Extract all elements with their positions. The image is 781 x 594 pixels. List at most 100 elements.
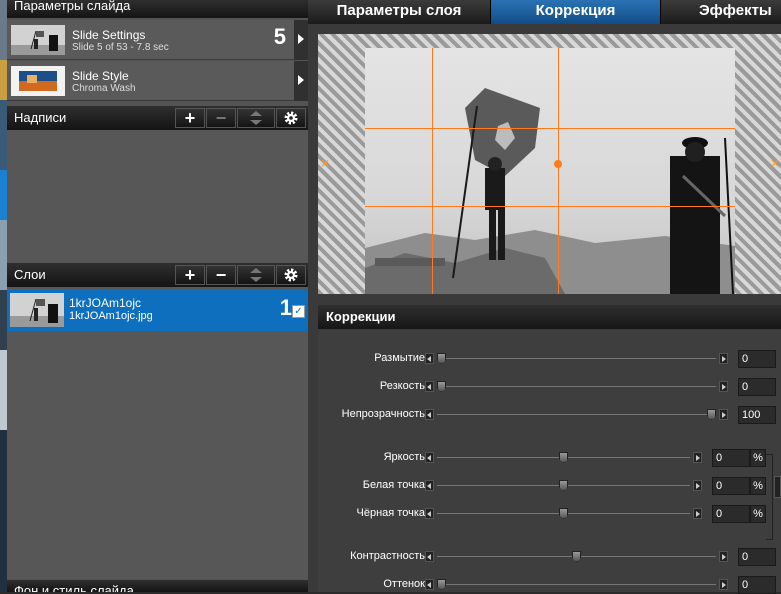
- remove-caption-button[interactable]: −: [206, 108, 236, 128]
- correction-row: Непрозрачность 100: [318, 406, 781, 424]
- tab-correction[interactable]: Коррекция: [491, 0, 661, 24]
- correction-row: Белая точка 0%: [318, 477, 781, 495]
- slider-handle[interactable]: [559, 452, 568, 463]
- desktop-edge: [0, 0, 7, 592]
- slide-style-item[interactable]: Slide Style Chroma Wash: [7, 61, 308, 101]
- slider-handle[interactable]: [437, 381, 446, 392]
- right-resize-handle[interactable]: ⨯: [770, 156, 780, 170]
- slider-track[interactable]: [437, 386, 716, 387]
- value-field[interactable]: 0: [712, 449, 750, 467]
- correction-label: Белая точка: [362, 479, 425, 491]
- layer-settings-button[interactable]: [276, 265, 306, 285]
- slide-style-thumbnail: [11, 66, 65, 96]
- minus-icon: −: [215, 265, 227, 285]
- slide-params-title: Параметры слайда: [14, 0, 131, 13]
- layers-header: Слои + −: [7, 263, 308, 287]
- decrease-button[interactable]: [425, 409, 434, 420]
- slider-handle[interactable]: [437, 579, 446, 590]
- tab-layer-params[interactable]: Параметры слоя: [308, 0, 491, 24]
- decrease-button[interactable]: [425, 480, 434, 491]
- correction-label: Непрозрачность: [341, 408, 425, 420]
- decrease-button[interactable]: [425, 452, 434, 463]
- value-field[interactable]: 0: [712, 505, 750, 523]
- increase-button[interactable]: [719, 353, 728, 364]
- slide-params-header: Параметры слайда: [7, 0, 308, 18]
- correction-label: Яркость: [383, 451, 425, 463]
- percent-unit: %: [750, 505, 766, 523]
- left-panel: Параметры слайда Slide Settings Slide 5 …: [7, 0, 308, 592]
- layers-title: Слои: [14, 267, 46, 282]
- plus-icon: +: [184, 108, 196, 128]
- layer-file: 1krJOAm1ojc.jpg: [69, 310, 153, 322]
- correction-label: Размытие: [374, 352, 425, 364]
- reorder-layer-button[interactable]: [237, 265, 275, 285]
- correction-label: Чёрная точка: [356, 507, 425, 519]
- increase-button[interactable]: [719, 579, 728, 590]
- correction-row: Оттенок 0: [318, 576, 781, 594]
- increase-button[interactable]: [719, 409, 728, 420]
- image-preview[interactable]: ⨯ ⨯: [318, 34, 781, 294]
- slider-handle[interactable]: [559, 508, 568, 519]
- remove-layer-button[interactable]: −: [206, 265, 236, 285]
- pan-handle[interactable]: [554, 160, 562, 168]
- add-caption-button[interactable]: +: [175, 108, 205, 128]
- slide-settings-thumbnail: [11, 25, 65, 55]
- linked-brightness-bracket: [766, 454, 773, 540]
- value-field[interactable]: 0: [738, 548, 776, 566]
- slider-handle[interactable]: [559, 480, 568, 491]
- correction-label: Контрастность: [350, 550, 425, 562]
- layer-name: 1krJOAm1ojc: [69, 296, 142, 310]
- slider-track[interactable]: [437, 414, 716, 415]
- slide-settings-subtitle: Slide 5 of 53 - 7.8 sec: [72, 42, 169, 53]
- layer-number: 1: [279, 295, 292, 320]
- increase-button[interactable]: [693, 452, 702, 463]
- corrections-title: Коррекции: [326, 309, 396, 324]
- gear-icon: [284, 268, 298, 282]
- guide-line-vertical: [432, 48, 433, 294]
- slider-handle[interactable]: [707, 409, 716, 420]
- slide-background-title: Фон и стиль слайда: [14, 583, 134, 592]
- correction-row: Резкость 0: [318, 378, 781, 396]
- correction-label: Резкость: [379, 380, 425, 392]
- decrease-button[interactable]: [425, 508, 434, 519]
- slide-settings-expand-button[interactable]: [294, 20, 308, 60]
- correction-row: Яркость 0%: [318, 449, 781, 467]
- decrease-button[interactable]: [425, 551, 434, 562]
- decrease-button[interactable]: [425, 353, 434, 364]
- layers-toolbar: + −: [174, 265, 306, 285]
- up-down-arrows-icon: [250, 111, 262, 125]
- percent-unit: %: [750, 449, 766, 467]
- layer-visible-checkbox[interactable]: ✓: [292, 305, 305, 318]
- link-toggle-button[interactable]: [774, 476, 781, 498]
- value-field[interactable]: 100: [738, 406, 776, 424]
- value-field[interactable]: 0: [738, 350, 776, 368]
- value-field[interactable]: 0: [738, 378, 776, 396]
- slider-handle[interactable]: [572, 551, 581, 562]
- caption-settings-button[interactable]: [276, 108, 306, 128]
- increase-button[interactable]: [719, 381, 728, 392]
- decrease-button[interactable]: [425, 381, 434, 392]
- reorder-caption-button[interactable]: [237, 108, 275, 128]
- decrease-button[interactable]: [425, 579, 434, 590]
- increase-button[interactable]: [719, 551, 728, 562]
- slider-track[interactable]: [437, 584, 716, 585]
- corrections-panel: Размытие 0 Резкость 0 Непрозрачность 100 Яркос…: [318, 330, 781, 594]
- increase-button[interactable]: [693, 480, 702, 491]
- guide-line-horizontal: [365, 206, 735, 207]
- slider-track[interactable]: [437, 358, 716, 359]
- value-field[interactable]: 0: [712, 477, 750, 495]
- value-field[interactable]: 0: [738, 576, 776, 594]
- increase-button[interactable]: [693, 508, 702, 519]
- tab-bar: Параметры слоя Коррекция Эффекты: [308, 0, 781, 24]
- add-layer-button[interactable]: +: [175, 265, 205, 285]
- chevron-right-icon: [298, 34, 304, 44]
- tab-effects[interactable]: Эффекты: [661, 0, 781, 24]
- slide-style-expand-button[interactable]: [294, 61, 308, 101]
- slider-handle[interactable]: [437, 353, 446, 364]
- up-down-arrows-icon: [250, 268, 262, 282]
- slide-settings-item[interactable]: Slide Settings Slide 5 of 53 - 7.8 sec 5: [7, 20, 308, 60]
- captions-header: Надписи + −: [7, 106, 308, 130]
- plus-icon: +: [184, 265, 196, 285]
- layer-item[interactable]: 1krJOAm1ojc 1krJOAm1ojc.jpg 1 ✓: [7, 289, 308, 331]
- left-resize-handle[interactable]: ⨯: [320, 156, 330, 170]
